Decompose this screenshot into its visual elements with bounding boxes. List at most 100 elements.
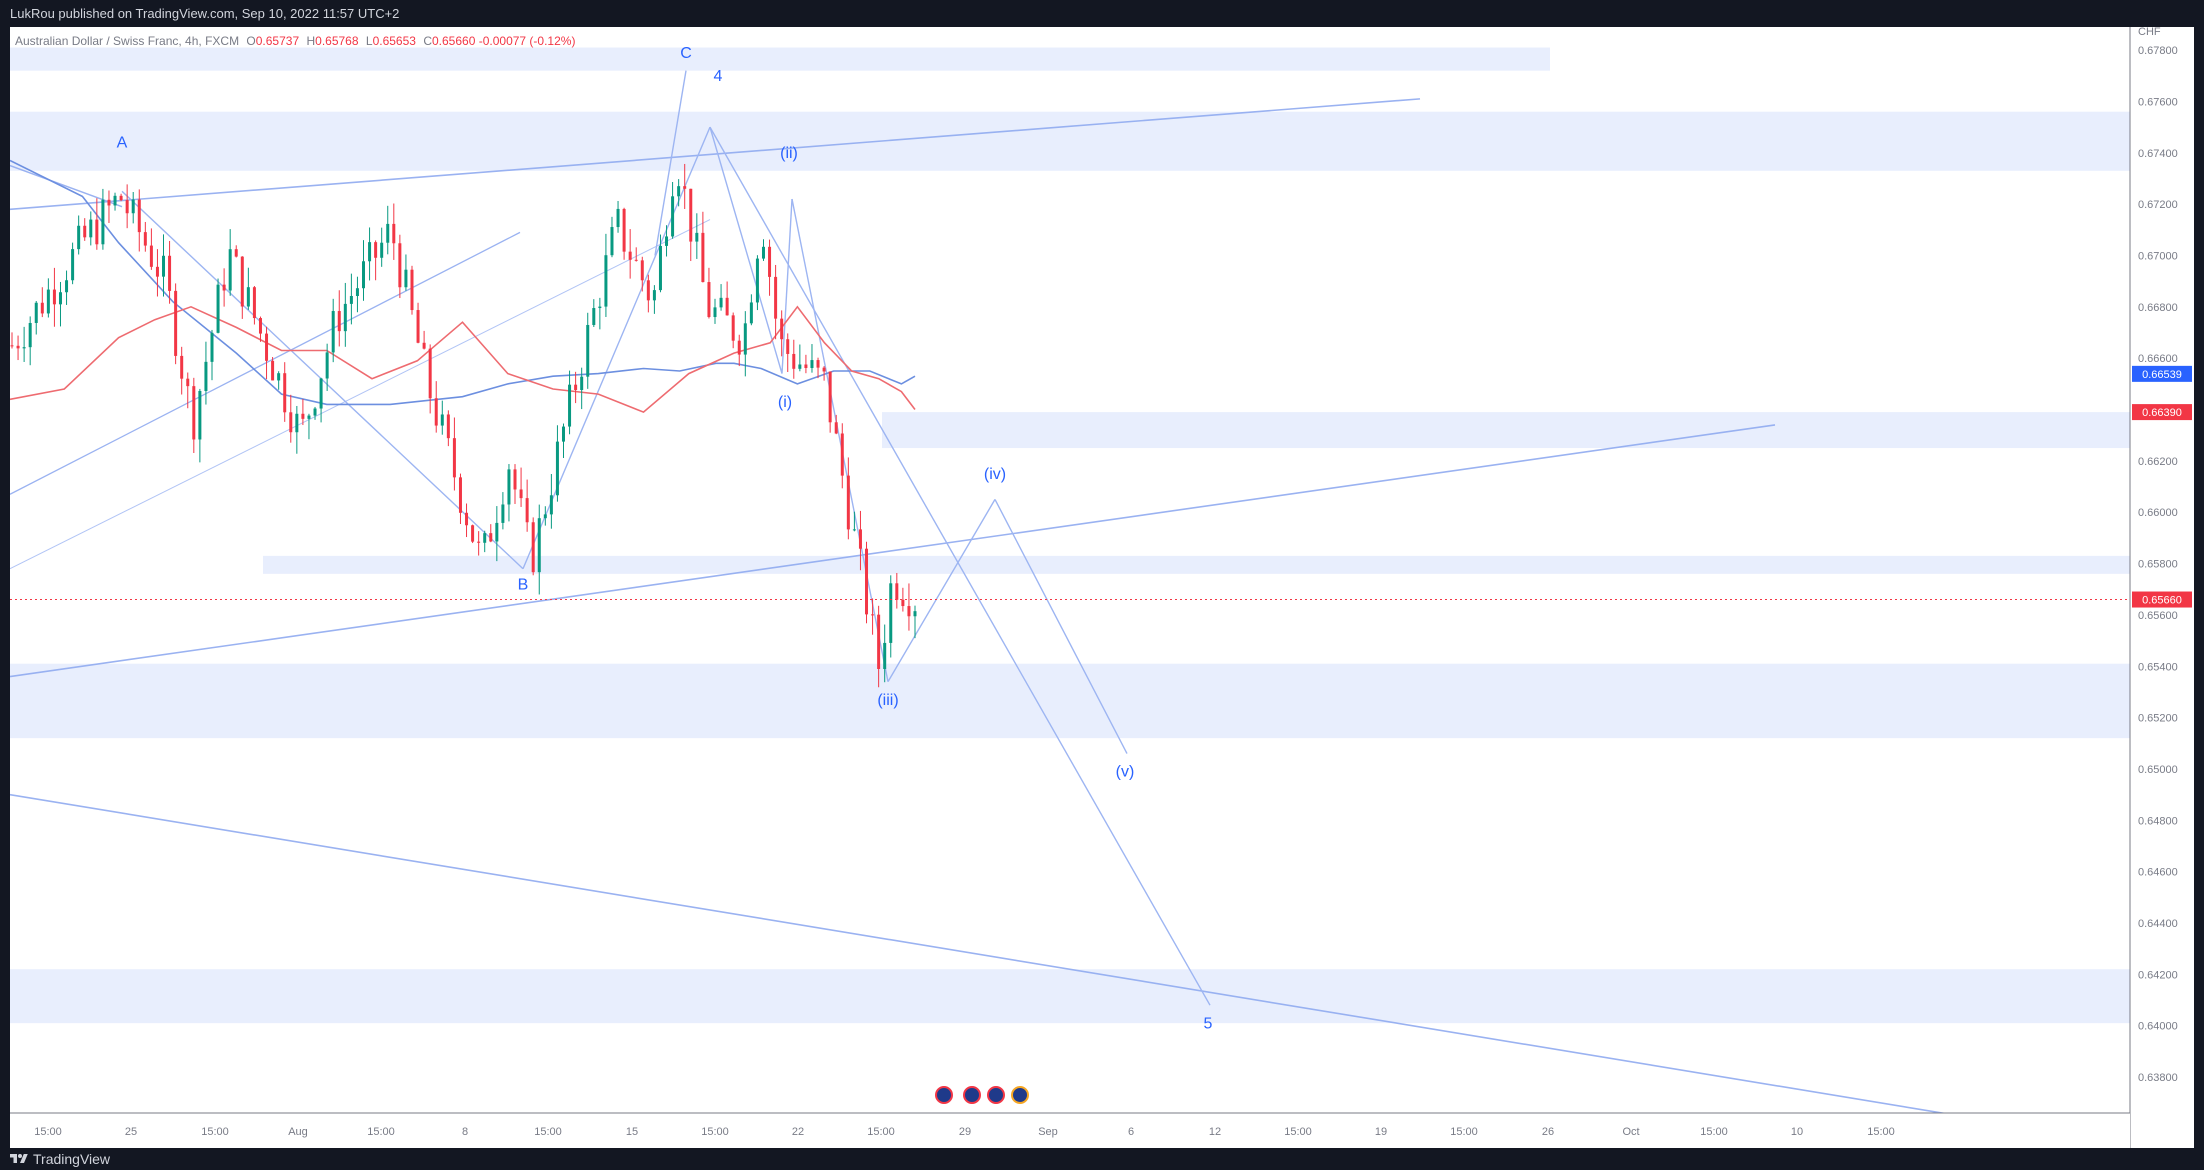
time-axis-bg: [10, 1113, 2130, 1148]
tradingview-logo-icon: [10, 1154, 28, 1163]
candle-body: [149, 245, 153, 267]
candle-body: [677, 186, 681, 197]
candle-body: [46, 289, 50, 314]
price-label-text: 0.66539: [2142, 369, 2182, 381]
candle-body: [404, 269, 408, 288]
wave-ii-iii-line: [791, 198, 889, 682]
y-tick-label: 0.64800: [2138, 815, 2178, 827]
candle-body: [362, 261, 366, 289]
candle-body: [10, 345, 14, 347]
candle-body: [822, 367, 826, 372]
candle-body: [398, 243, 402, 288]
candle-body: [561, 426, 565, 442]
y-tick-label: 0.64600: [2138, 867, 2178, 879]
candle-body: [416, 310, 420, 343]
candle-body: [895, 583, 899, 600]
candle-body: [507, 469, 511, 505]
candle-body: [34, 302, 38, 323]
candle-body: [889, 583, 893, 643]
candle-body: [780, 318, 784, 340]
chart-area[interactable]: Australian Dollar / Swiss Franc, 4h, FXC…: [10, 27, 2194, 1148]
support-resistance-zone: [263, 555, 2130, 574]
candle-body: [695, 232, 699, 242]
y-tick-label: 0.67000: [2138, 250, 2178, 262]
economic-event-flag-icon: [963, 1086, 981, 1104]
candle-body: [907, 606, 911, 617]
candle-body: [392, 223, 396, 244]
price-chart[interactable]: A B C 4 (i) (ii) (iii) (iv) (v) 5 CHF 0.67800 0.6760…: [10, 27, 2194, 1148]
candle-body: [452, 438, 456, 478]
y-tick-label: 0.64400: [2138, 918, 2178, 930]
candle-body: [137, 199, 141, 233]
candle-body: [458, 477, 462, 513]
candle-body: [428, 348, 432, 399]
candle-body: [743, 323, 747, 355]
y-tick-label: 0.66000: [2138, 507, 2178, 519]
candle-body: [846, 475, 850, 530]
wave-iii-iv-line: [887, 499, 996, 683]
y-tick-label: 0.67600: [2138, 96, 2178, 108]
candle-body: [652, 290, 656, 301]
candle-body: [349, 295, 353, 304]
y-tick-label: 0.63800: [2138, 1072, 2178, 1084]
wave-label: (iii): [877, 692, 898, 709]
x-tick-label: 15:00: [1700, 1126, 1728, 1138]
candle-body: [337, 311, 341, 332]
candle-body: [313, 408, 317, 416]
candle-body: [192, 386, 196, 440]
price-label-text: 0.66390: [2142, 407, 2182, 419]
candle-body: [707, 282, 711, 318]
candle-body: [228, 249, 232, 291]
support-resistance-zone: [10, 47, 1550, 71]
candle-body: [537, 518, 541, 573]
candle-body: [368, 242, 372, 262]
candle-body: [883, 642, 887, 669]
moving-average-blue: [10, 159, 916, 406]
candle-body: [634, 259, 638, 261]
x-tick-label: 26: [1542, 1126, 1554, 1138]
candle-body: [446, 414, 450, 439]
wave-label: (ii): [780, 145, 798, 162]
candle-body: [610, 227, 614, 256]
candle-body: [555, 441, 559, 496]
candle-body: [16, 345, 20, 349]
y-tick-label: 0.64200: [2138, 969, 2178, 981]
candle-body: [277, 373, 281, 381]
candle-body: [95, 219, 99, 245]
candles-group: [10, 163, 917, 688]
candle-body: [592, 308, 596, 325]
candle-body: [186, 378, 190, 387]
channel-lower-line: [10, 424, 1776, 678]
y-tick-label: 0.66800: [2138, 302, 2178, 314]
support-resistance-zone: [882, 412, 2130, 449]
support-resistance-zone: [10, 663, 2130, 739]
y-tick-label: 0.65800: [2138, 559, 2178, 571]
candle-body: [489, 533, 493, 542]
channel-inner-line: [10, 231, 521, 495]
candle-body: [143, 232, 147, 246]
candle-body: [40, 302, 44, 314]
x-tick-label: 22: [792, 1126, 804, 1138]
candle-body: [210, 332, 214, 362]
candle-body: [901, 599, 905, 607]
candle-body: [168, 255, 172, 291]
candle-body: [640, 260, 644, 281]
price-label-text: 0.65660: [2142, 595, 2182, 607]
candle-body: [519, 489, 523, 499]
candle-body: [65, 280, 69, 293]
candle-body: [307, 415, 311, 419]
candle-body: [271, 360, 275, 381]
candle-body: [119, 195, 123, 201]
candle-body: [913, 611, 917, 617]
candle-body: [495, 522, 499, 542]
candle-body: [525, 498, 529, 523]
candle-body: [343, 303, 347, 332]
candle-body: [768, 246, 772, 277]
candle-body: [804, 364, 808, 369]
x-tick-label: 15:00: [367, 1126, 395, 1138]
y-tick-label: 0.64000: [2138, 1021, 2178, 1033]
candle-body: [628, 251, 632, 260]
candle-body: [386, 223, 390, 243]
candle-body: [174, 290, 178, 356]
candle-body: [646, 280, 650, 301]
